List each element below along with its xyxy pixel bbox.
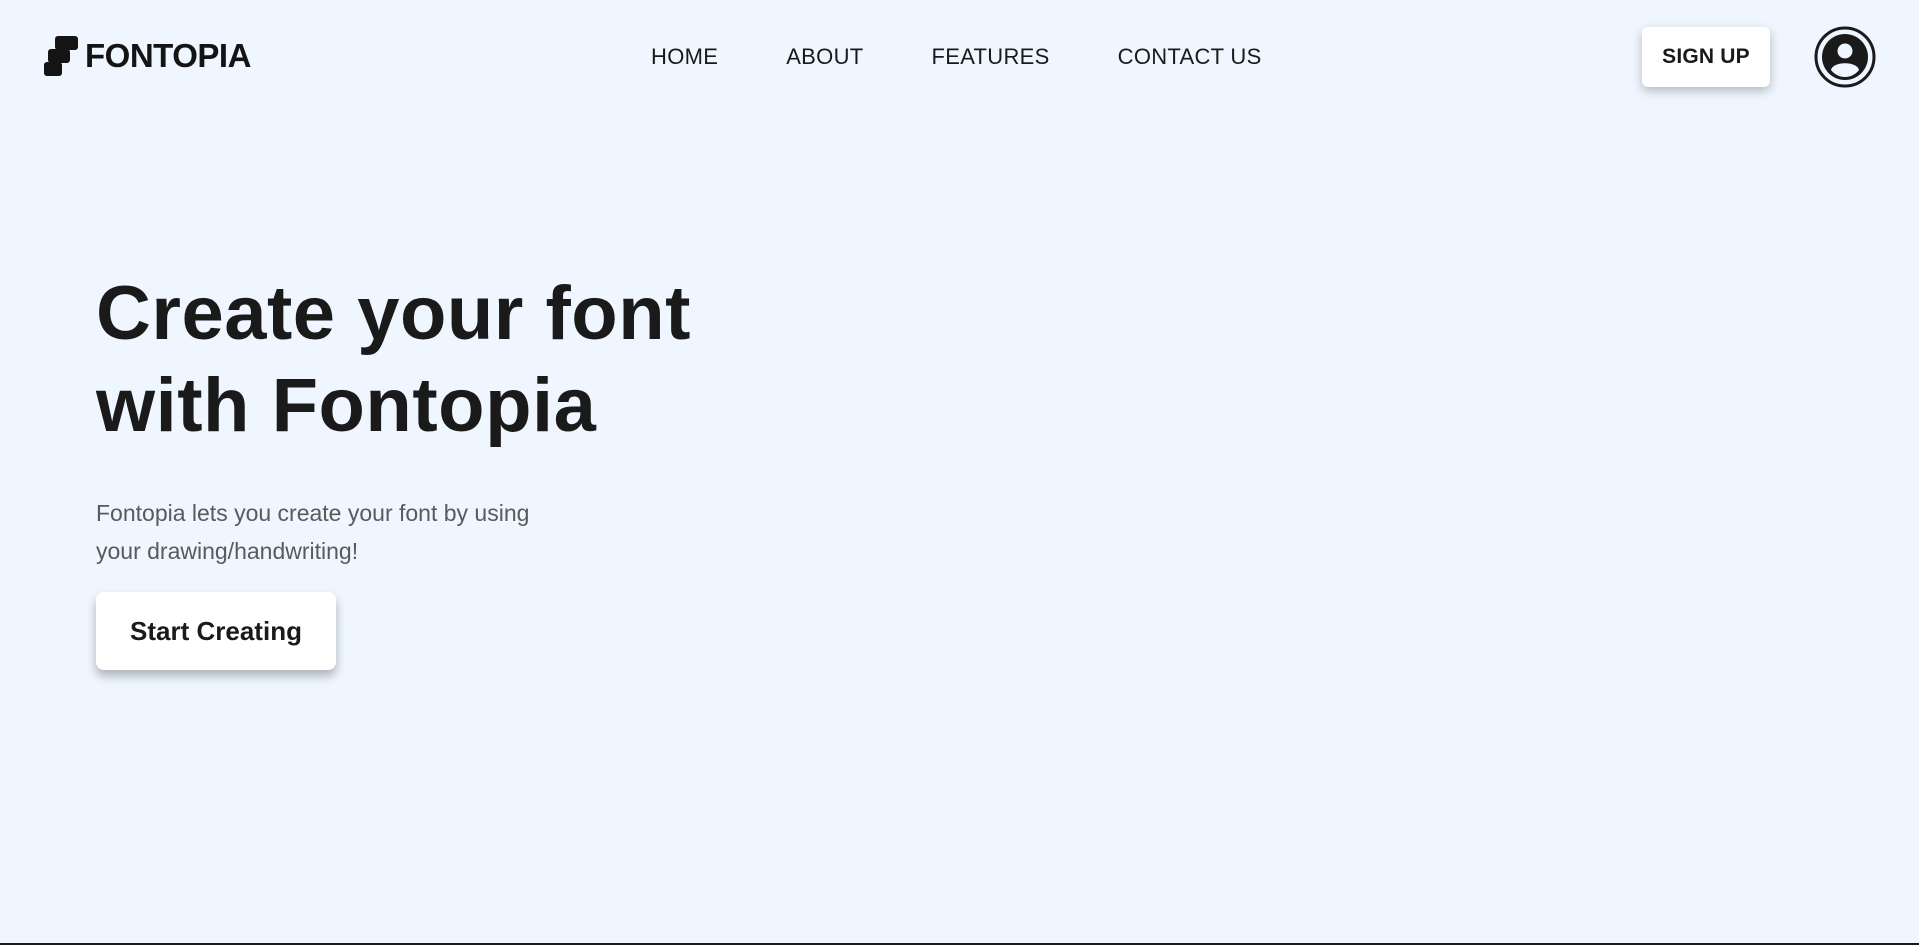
nav-features[interactable]: FEATURES [932,42,1050,72]
site-header: FONTOPIA HOME ABOUT FEATURES CONTACT US … [0,0,1919,115]
nav-contact-us[interactable]: CONTACT US [1118,42,1262,72]
logo[interactable]: FONTOPIA [44,36,251,76]
hero-title-line-2: with Fontopia [96,363,597,448]
logo-text: FONTOPIA [85,37,251,74]
hero-subtitle-line-2: your drawing/handwriting! [96,538,359,564]
main-nav: HOME ABOUT FEATURES CONTACT US [651,42,1262,72]
nav-home[interactable]: HOME [651,42,718,72]
hero-subtitle-line-1: Fontopia lets you create your font by us… [96,500,530,526]
start-creating-button[interactable]: Start Creating [96,592,336,670]
hero-section: Create your font with Fontopia Fontopia … [96,268,776,570]
user-avatar-icon[interactable] [1814,26,1876,88]
sign-up-button[interactable]: SIGN UP [1642,27,1770,87]
nav-about[interactable]: ABOUT [786,42,863,72]
hero-title-line-1: Create your font [96,271,691,356]
hero-title: Create your font with Fontopia [96,268,776,452]
fontopia-logo-icon [44,36,78,76]
hero-subtitle: Fontopia lets you create your font by us… [96,494,596,570]
